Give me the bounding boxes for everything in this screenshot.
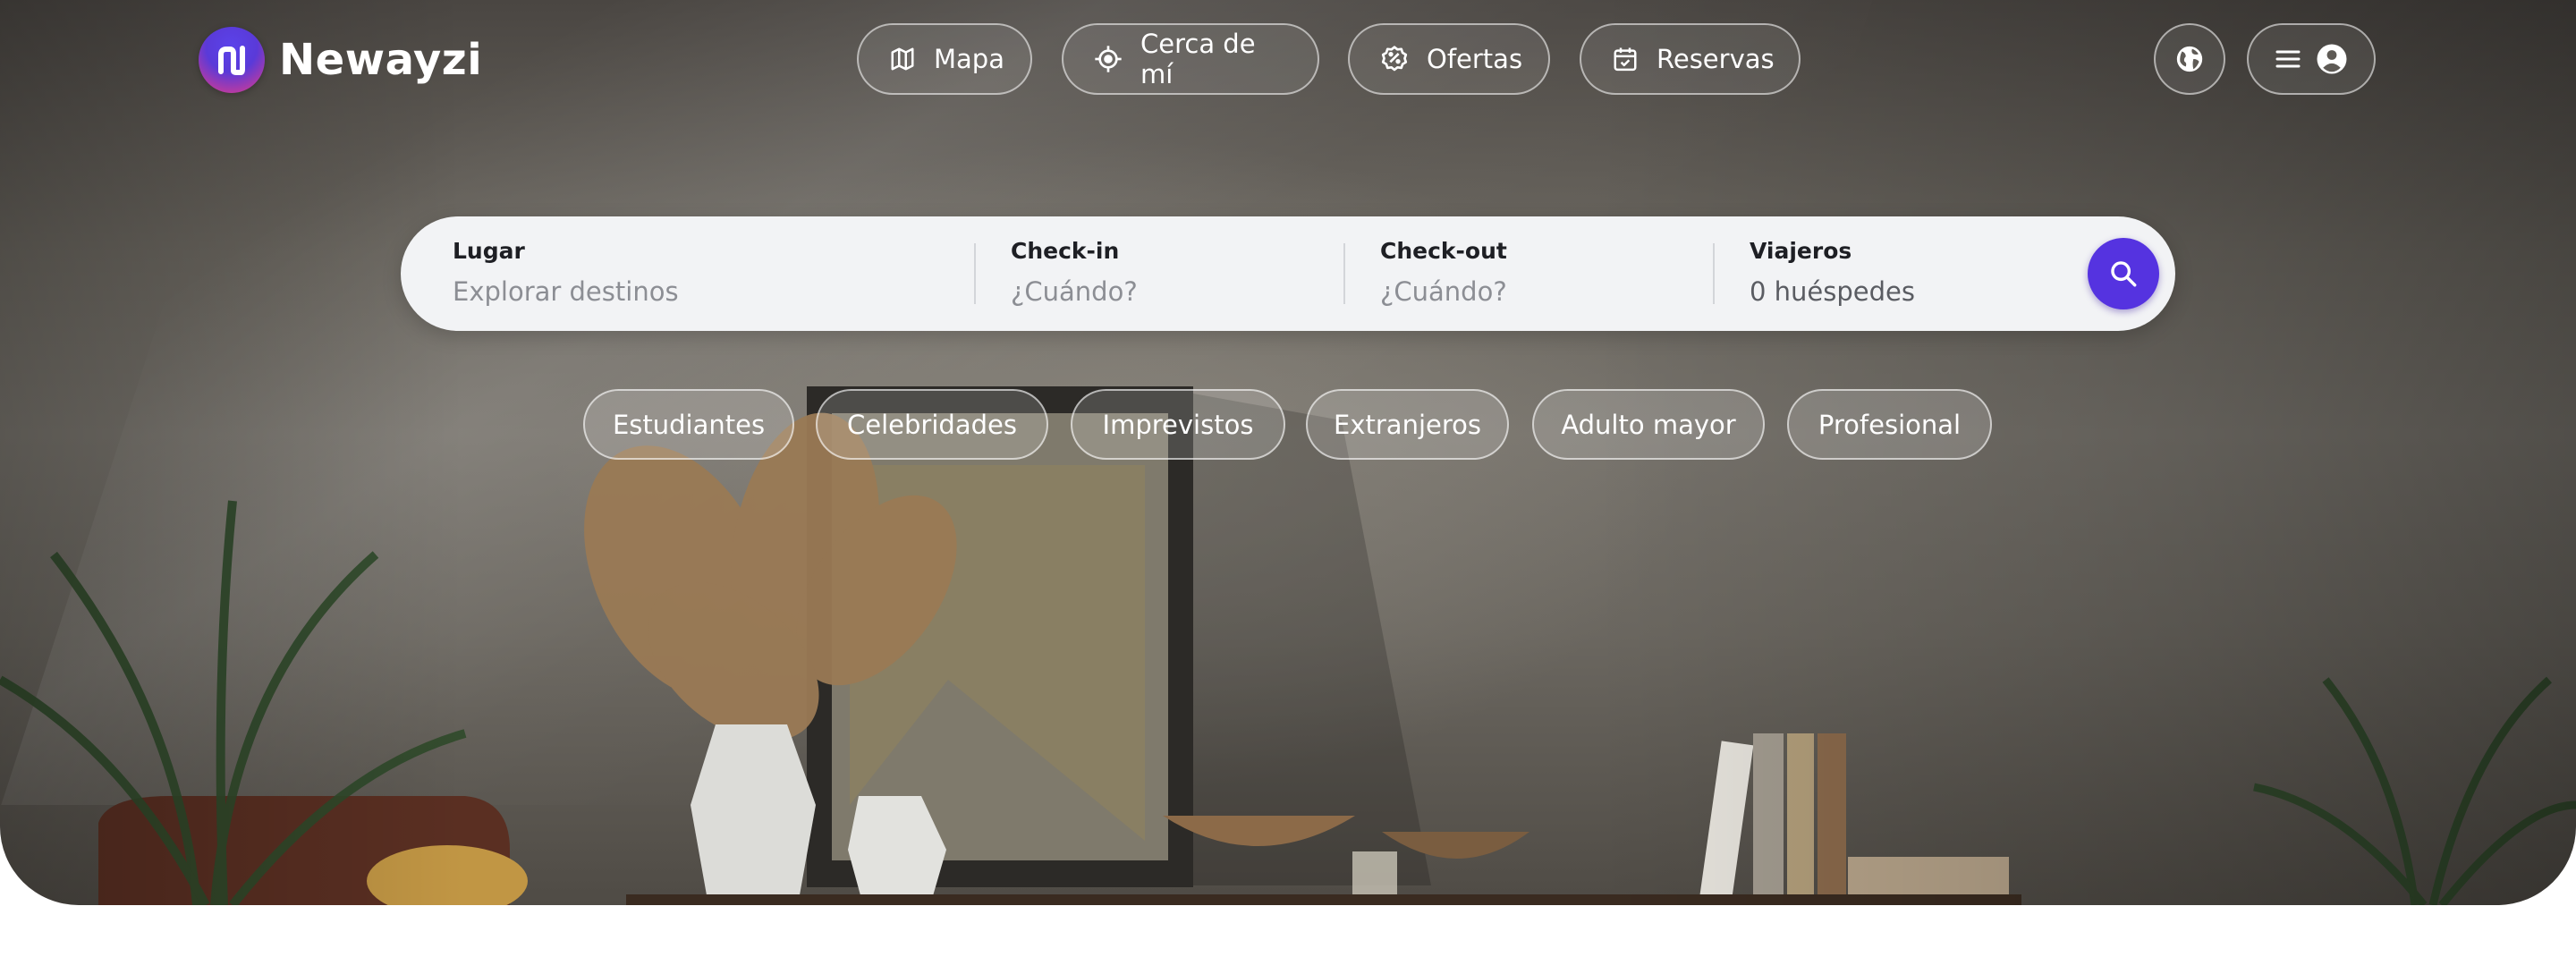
map-icon bbox=[891, 47, 914, 71]
category-chip-estudiantes[interactable]: Estudiantes bbox=[583, 389, 794, 460]
user-menu-button[interactable] bbox=[2247, 23, 2376, 95]
search-field-checkout[interactable]: Check-out bbox=[1380, 216, 1702, 331]
discount-badge-icon bbox=[1381, 46, 1408, 72]
hamburger-menu-icon bbox=[2275, 50, 2301, 68]
checkin-input[interactable] bbox=[1011, 276, 1333, 307]
brand-logo[interactable]: Newayzi bbox=[199, 25, 482, 95]
nav-cerca-label: Cerca de mí bbox=[1140, 29, 1256, 89]
search-field-viajeros[interactable]: Viajeros 0 huéspedes bbox=[1750, 216, 2072, 331]
search-divider bbox=[1713, 243, 1715, 304]
search-divider bbox=[1343, 243, 1345, 304]
category-chip-extranjeros[interactable]: Extranjeros bbox=[1306, 389, 1509, 460]
viajeros-value[interactable]: 0 huéspedes bbox=[1750, 276, 2072, 307]
brand-logo-icon bbox=[199, 27, 265, 93]
hero-banner: Newayzi Mapa Cerca de mí Ofertas Reserva… bbox=[0, 0, 2576, 905]
globe-icon bbox=[2176, 46, 2203, 72]
nav-reservas-label: Reservas bbox=[1657, 44, 1775, 74]
nav-cerca-de-mi-button[interactable]: Cerca de mí bbox=[1062, 23, 1319, 95]
checkin-label: Check-in bbox=[1011, 238, 1120, 264]
lugar-label: Lugar bbox=[453, 238, 525, 264]
search-field-checkin[interactable]: Check-in bbox=[1011, 216, 1333, 331]
brand-name: Newayzi bbox=[279, 35, 483, 85]
tall-vase bbox=[691, 724, 816, 905]
nav-reservas-button[interactable]: Reservas bbox=[1580, 23, 1801, 95]
search-button[interactable] bbox=[2088, 238, 2159, 309]
checkout-label: Check-out bbox=[1380, 238, 1507, 264]
viajeros-label: Viajeros bbox=[1750, 238, 1852, 264]
location-target-icon bbox=[1095, 46, 1122, 72]
category-chip-imprevistos[interactable]: Imprevistos bbox=[1071, 389, 1285, 460]
language-button[interactable] bbox=[2154, 23, 2225, 95]
category-chip-adulto-mayor[interactable]: Adulto mayor bbox=[1532, 389, 1765, 460]
lugar-input[interactable] bbox=[453, 276, 918, 307]
nav-ofertas-button[interactable]: Ofertas bbox=[1348, 23, 1550, 95]
search-icon bbox=[2111, 261, 2137, 287]
nav-mapa-button[interactable]: Mapa bbox=[857, 23, 1032, 95]
hero-shadow-left bbox=[0, 0, 465, 905]
search-bar: Lugar Check-in Check-out Viajeros 0 hués… bbox=[401, 216, 2175, 331]
calendar-check-icon bbox=[1614, 47, 1637, 72]
category-chip-celebridades[interactable]: Celebridades bbox=[816, 389, 1048, 460]
user-circle-icon bbox=[2317, 44, 2347, 74]
wall-shadow bbox=[1193, 394, 1431, 885]
nav-mapa-label: Mapa bbox=[934, 44, 1004, 74]
checkout-input[interactable] bbox=[1380, 276, 1702, 307]
search-divider bbox=[974, 243, 976, 304]
category-chip-profesional[interactable]: Profesional bbox=[1787, 389, 1992, 460]
search-field-lugar[interactable]: Lugar bbox=[453, 216, 918, 331]
nav-ofertas-label: Ofertas bbox=[1427, 44, 1523, 74]
candle-holder bbox=[1352, 851, 1397, 902]
